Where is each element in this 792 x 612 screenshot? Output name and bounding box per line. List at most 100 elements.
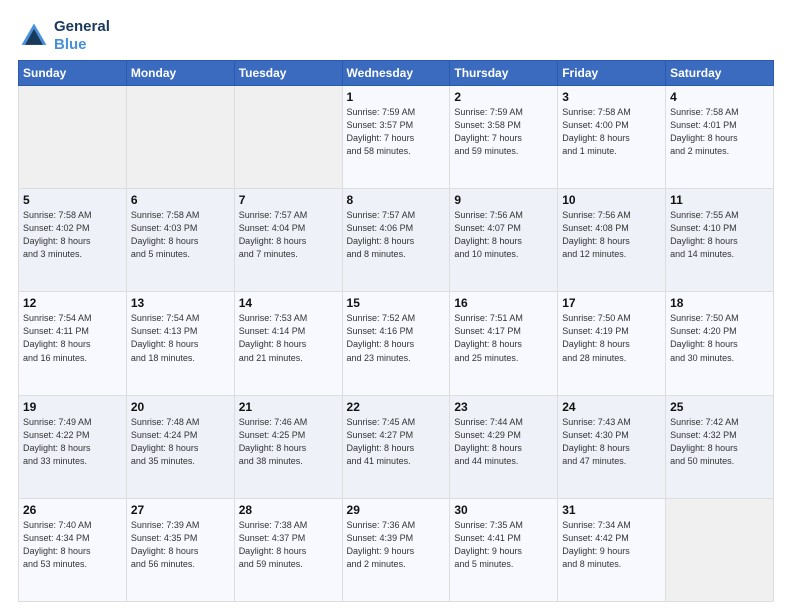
day-info: Sunrise: 7:52 AM Sunset: 4:16 PM Dayligh… [347, 312, 446, 364]
day-number: 22 [347, 400, 446, 414]
day-info: Sunrise: 7:54 AM Sunset: 4:13 PM Dayligh… [131, 312, 230, 364]
calendar-day-cell: 13 Sunrise: 7:54 AM Sunset: 4:13 PM Dayli… [126, 292, 234, 395]
day-info: Sunrise: 7:48 AM Sunset: 4:24 PM Dayligh… [131, 416, 230, 468]
day-info: Sunrise: 7:54 AM Sunset: 4:11 PM Dayligh… [23, 312, 122, 364]
day-number: 15 [347, 296, 446, 310]
calendar-day-cell: 4Sunrise: 7:58 AM Sunset: 4:01 PM Daylig… [666, 86, 774, 189]
day-number: 13 [131, 296, 230, 310]
calendar-day-cell: 21 Sunrise: 7:46 AM Sunset: 4:25 PM Dayli… [234, 395, 342, 498]
day-number: 20 [131, 400, 230, 414]
day-info: Sunrise: 7:45 AM Sunset: 4:27 PM Dayligh… [347, 416, 446, 468]
day-number: 9 [454, 193, 553, 207]
day-number: 30 [454, 503, 553, 517]
calendar-day-cell: 10 Sunrise: 7:56 AM Sunset: 4:08 PM Dayli… [558, 189, 666, 292]
calendar-day-cell: 24 Sunrise: 7:43 AM Sunset: 4:30 PM Dayli… [558, 395, 666, 498]
day-info: Sunrise: 7:44 AM Sunset: 4:29 PM Dayligh… [454, 416, 553, 468]
calendar-day-cell: 27 Sunrise: 7:39 AM Sunset: 4:35 PM Dayli… [126, 498, 234, 601]
day-info: Sunrise: 7:50 AM Sunset: 4:20 PM Dayligh… [670, 312, 769, 364]
day-number: 28 [239, 503, 338, 517]
calendar-day-cell: 20 Sunrise: 7:48 AM Sunset: 4:24 PM Dayli… [126, 395, 234, 498]
calendar-week-row: 12 Sunrise: 7:54 AM Sunset: 4:11 PM Dayli… [19, 292, 774, 395]
day-number: 16 [454, 296, 553, 310]
day-info: Sunrise: 7:56 AM Sunset: 4:08 PM Dayligh… [562, 209, 661, 261]
calendar-day-cell [234, 86, 342, 189]
page: General Blue SundayMondayTuesdayWednesda… [0, 0, 792, 612]
day-number: 6 [131, 193, 230, 207]
day-number: 17 [562, 296, 661, 310]
calendar-day-cell: 12 Sunrise: 7:54 AM Sunset: 4:11 PM Dayli… [19, 292, 127, 395]
calendar-day-header: Saturday [666, 61, 774, 86]
day-number: 27 [131, 503, 230, 517]
calendar-day-cell: 8 Sunrise: 7:57 AM Sunset: 4:06 PM Daylig… [342, 189, 450, 292]
calendar-day-cell: 31 Sunrise: 7:34 AM Sunset: 4:42 PM Dayli… [558, 498, 666, 601]
calendar-day-header: Monday [126, 61, 234, 86]
day-info: Sunrise: 7:34 AM Sunset: 4:42 PM Dayligh… [562, 519, 661, 571]
day-info: Sunrise: 7:38 AM Sunset: 4:37 PM Dayligh… [239, 519, 338, 571]
calendar-table: SundayMondayTuesdayWednesdayThursdayFrid… [18, 60, 774, 602]
calendar-day-cell [126, 86, 234, 189]
day-info: Sunrise: 7:49 AM Sunset: 4:22 PM Dayligh… [23, 416, 122, 468]
day-info: Sunrise: 7:55 AM Sunset: 4:10 PM Dayligh… [670, 209, 769, 261]
calendar-day-cell: 6 Sunrise: 7:58 AM Sunset: 4:03 PM Daylig… [126, 189, 234, 292]
calendar-day-cell: 5 Sunrise: 7:58 AM Sunset: 4:02 PM Daylig… [19, 189, 127, 292]
calendar-day-cell: 9Sunrise: 7:56 AM Sunset: 4:07 PM Daylig… [450, 189, 558, 292]
day-info: Sunrise: 7:57 AM Sunset: 4:06 PM Dayligh… [347, 209, 446, 261]
day-info: Sunrise: 7:46 AM Sunset: 4:25 PM Dayligh… [239, 416, 338, 468]
day-number: 8 [347, 193, 446, 207]
day-number: 19 [23, 400, 122, 414]
day-info: Sunrise: 7:42 AM Sunset: 4:32 PM Dayligh… [670, 416, 769, 468]
day-number: 21 [239, 400, 338, 414]
header: General Blue [18, 18, 774, 54]
day-number: 25 [670, 400, 769, 414]
day-info: Sunrise: 7:58 AM Sunset: 4:03 PM Dayligh… [131, 209, 230, 261]
logo: General Blue [18, 18, 110, 54]
calendar-day-cell: 25 Sunrise: 7:42 AM Sunset: 4:32 PM Dayli… [666, 395, 774, 498]
calendar-header-row: SundayMondayTuesdayWednesdayThursdayFrid… [19, 61, 774, 86]
day-info: Sunrise: 7:59 AM Sunset: 3:58 PM Dayligh… [454, 106, 553, 158]
day-number: 31 [562, 503, 661, 517]
day-number: 10 [562, 193, 661, 207]
calendar-day-cell: 23 Sunrise: 7:44 AM Sunset: 4:29 PM Dayli… [450, 395, 558, 498]
day-number: 23 [454, 400, 553, 414]
day-info: Sunrise: 7:58 AM Sunset: 4:01 PM Dayligh… [670, 106, 769, 158]
calendar-day-cell [19, 86, 127, 189]
logo-line2: Blue [54, 36, 87, 53]
day-number: 5 [23, 193, 122, 207]
day-info: Sunrise: 7:59 AM Sunset: 3:57 PM Dayligh… [347, 106, 446, 158]
day-number: 24 [562, 400, 661, 414]
calendar-day-cell: 30 Sunrise: 7:35 AM Sunset: 4:41 PM Dayli… [450, 498, 558, 601]
calendar-day-cell: 26Sunrise: 7:40 AM Sunset: 4:34 PM Dayli… [19, 498, 127, 601]
day-info: Sunrise: 7:53 AM Sunset: 4:14 PM Dayligh… [239, 312, 338, 364]
day-info: Sunrise: 7:39 AM Sunset: 4:35 PM Dayligh… [131, 519, 230, 571]
day-info: Sunrise: 7:35 AM Sunset: 4:41 PM Dayligh… [454, 519, 553, 571]
logo-text: General Blue [54, 18, 110, 54]
day-number: 2 [454, 90, 553, 104]
day-info: Sunrise: 7:40 AM Sunset: 4:34 PM Dayligh… [23, 519, 122, 571]
calendar-day-cell: 11 Sunrise: 7:55 AM Sunset: 4:10 PM Dayli… [666, 189, 774, 292]
day-number: 7 [239, 193, 338, 207]
day-info: Sunrise: 7:57 AM Sunset: 4:04 PM Dayligh… [239, 209, 338, 261]
day-info: Sunrise: 7:43 AM Sunset: 4:30 PM Dayligh… [562, 416, 661, 468]
day-info: Sunrise: 7:58 AM Sunset: 4:02 PM Dayligh… [23, 209, 122, 261]
calendar-day-cell: 19 Sunrise: 7:49 AM Sunset: 4:22 PM Dayli… [19, 395, 127, 498]
day-number: 11 [670, 193, 769, 207]
day-number: 12 [23, 296, 122, 310]
day-info: Sunrise: 7:51 AM Sunset: 4:17 PM Dayligh… [454, 312, 553, 364]
calendar-day-cell: 28 Sunrise: 7:38 AM Sunset: 4:37 PM Dayli… [234, 498, 342, 601]
calendar-day-header: Wednesday [342, 61, 450, 86]
calendar-day-header: Thursday [450, 61, 558, 86]
calendar-day-cell: 15 Sunrise: 7:52 AM Sunset: 4:16 PM Dayli… [342, 292, 450, 395]
day-number: 29 [347, 503, 446, 517]
calendar-day-cell: 16 Sunrise: 7:51 AM Sunset: 4:17 PM Dayli… [450, 292, 558, 395]
calendar-day-header: Friday [558, 61, 666, 86]
day-number: 18 [670, 296, 769, 310]
calendar-week-row: 1 Sunrise: 7:59 AM Sunset: 3:57 PM Daylig… [19, 86, 774, 189]
calendar-day-cell: 7 Sunrise: 7:57 AM Sunset: 4:04 PM Daylig… [234, 189, 342, 292]
day-number: 1 [347, 90, 446, 104]
day-number: 3 [562, 90, 661, 104]
day-info: Sunrise: 7:36 AM Sunset: 4:39 PM Dayligh… [347, 519, 446, 571]
calendar-day-cell [666, 498, 774, 601]
calendar-day-cell: 3Sunrise: 7:58 AM Sunset: 4:00 PM Daylig… [558, 86, 666, 189]
calendar-week-row: 19 Sunrise: 7:49 AM Sunset: 4:22 PM Dayli… [19, 395, 774, 498]
calendar-day-cell: 22 Sunrise: 7:45 AM Sunset: 4:27 PM Dayli… [342, 395, 450, 498]
